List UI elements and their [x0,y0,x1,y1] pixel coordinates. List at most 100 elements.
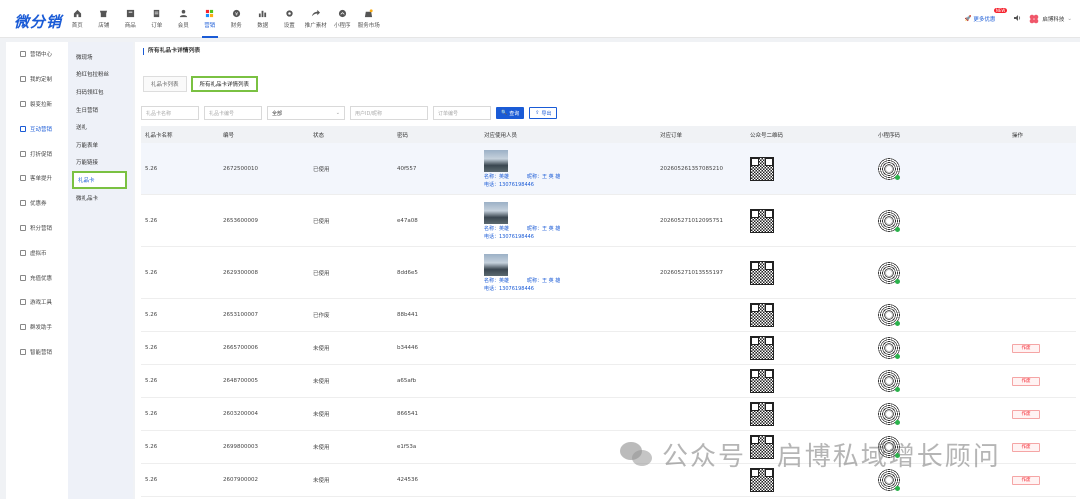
qr-code-icon[interactable] [750,156,774,181]
submenu-item[interactable]: 送礼 [68,118,133,136]
submenu-item[interactable]: 万能链接 [68,154,133,172]
void-button[interactable]: 作废 [1012,442,1040,452]
person-name[interactable]: 名称：英雄 [484,173,509,180]
menu-icon [20,150,26,157]
tab[interactable]: 礼品卡列表 [143,76,187,92]
cell-name: 5.26 [145,378,158,384]
person-nickname[interactable]: 昵称：王 英 雄 [527,173,560,180]
company-switcher[interactable]: 启博科技 ⌄ [1029,14,1072,24]
miniprogram-code-icon[interactable] [878,403,900,425]
sidebar-item[interactable]: 客单提升 [6,166,68,191]
qr-code-icon[interactable] [750,336,774,360]
nav-item-label: 推广素材 [304,23,327,29]
table-row: 5.26 2603200004 未使用 866541 作废 [141,398,1076,431]
more-offers-button[interactable]: 🚀 更多优惠 NEW [965,8,1008,23]
sidebar-item[interactable]: 优惠券 [6,191,68,216]
submenu-item[interactable]: 万能表单 [68,136,133,154]
cell-status: 未使用 [313,346,330,352]
table-row: 5.26 2653600009 已使用 e47a08 名称：英雄 昵称：王 英 雄电话：1… [141,195,1076,247]
nav-item-marketing[interactable]: 营销 [197,0,224,38]
sidebar-item-label: 充值优惠 [30,275,53,282]
nav-item-share[interactable]: 推广素材 [303,0,330,38]
menu-icon [20,274,26,281]
column-header: 状态 [313,132,325,139]
cell-miniprogram-code [874,157,1008,180]
export-button[interactable]: ⇪ 导出 [529,107,558,119]
miniprogram-code-icon[interactable] [878,304,900,326]
cell-miniprogram-code [874,337,1008,359]
menu-icon [20,51,26,58]
cell-name: 5.26 [145,477,158,483]
person-phone[interactable]: 电话：13076198446 [484,285,656,292]
nav-item-miniprogram[interactable]: 小程序 [329,0,356,38]
person-nickname[interactable]: 昵称：王 英 雄 [527,225,560,232]
cell-official-qr [746,156,874,181]
person-phone[interactable]: 电话：13076198446 [484,233,656,240]
void-button[interactable]: 作废 [1012,343,1040,353]
card-name-input[interactable]: 礼品卡名称 [141,106,199,120]
nav-item-home[interactable]: 首页 [64,0,91,38]
qr-code-icon[interactable] [750,208,774,233]
person-nickname[interactable]: 昵称：王 英 雄 [527,277,560,284]
sidebar-item[interactable]: 智能营销 [6,340,68,365]
nav-item-data[interactable]: 数据 [250,0,277,38]
miniprogram-code-icon[interactable] [878,157,900,180]
user-id-input[interactable]: 用户ID/昵称 [350,106,428,120]
watermark-text: 公众号 · 启博私域增长顾问 [662,442,1001,472]
sidebar-item[interactable]: 我的定制 [6,67,68,92]
status-select[interactable]: 全部 ⌄ [267,106,345,120]
person-name[interactable]: 名称：英雄 [484,277,509,284]
sidebar-item[interactable]: 充值优惠 [6,265,68,290]
void-button[interactable]: 作废 [1012,376,1040,386]
speaker-icon[interactable] [1013,14,1021,24]
submenu-item[interactable]: 微礼品卡 [68,189,133,207]
person-phone[interactable]: 电话：13076198446 [484,181,656,188]
cell-miniprogram-code [874,209,1008,232]
submenu-item[interactable]: 微现场 [68,48,133,66]
nav-item-order[interactable]: 订单 [144,0,171,38]
qr-code-icon[interactable] [750,303,774,327]
nav-item-finance[interactable]: ¥ 财务 [223,0,250,38]
sidebar-item[interactable]: 打折促销 [6,141,68,166]
nav-item-settings[interactable]: 设置 [276,0,303,38]
sidebar-item[interactable]: 裂变拉新 [6,92,68,117]
submenu-item[interactable]: 扫码领红包 [68,83,133,101]
void-button[interactable]: 作废 [1012,475,1040,485]
nav-item-goods[interactable]: 商品 [117,0,144,38]
order-no-input[interactable]: 订单编号 [433,106,491,120]
miniprogram-code-icon[interactable] [878,337,900,359]
nav-item-member[interactable]: 会员 [170,0,197,38]
person-name[interactable]: 名称：英雄 [484,225,509,232]
nav-item-market[interactable]: 服务市场 [356,0,383,38]
miniprogram-code-icon[interactable] [878,261,900,284]
qr-code-icon[interactable] [750,369,774,393]
submenu-item[interactable]: 礼品卡 [72,171,127,189]
sidebar-item[interactable]: 虚拟币 [6,240,68,265]
submenu-item[interactable]: 抢红包拉粉丝 [68,66,133,84]
column-header: 礼品卡名称 [145,132,173,139]
nav-item-shop[interactable]: 店铺 [91,0,118,38]
miniprogram-code-icon[interactable] [878,209,900,232]
cell-name: 5.26 [145,217,158,224]
search-button[interactable]: 🔍 查询 [496,107,525,119]
sidebar-item-label: 营销中心 [30,52,53,59]
sidebar-item[interactable]: 营销中心 [6,42,68,67]
card-code-input[interactable]: 礼品卡编号 [204,106,262,120]
sidebar-item[interactable]: 群发助手 [6,315,68,340]
cell-pwd: 866541 [397,411,418,417]
cell-pwd: b34446 [397,345,418,351]
void-button[interactable]: 作废 [1012,409,1040,419]
miniprogram-code-icon[interactable] [878,370,900,392]
sidebar-item[interactable]: 互动营销 [6,116,68,141]
column-header: 对应使用人员 [484,132,518,139]
qr-code-icon[interactable] [750,402,774,426]
sidebar-item[interactable]: 游戏工具 [6,290,68,315]
sidebar-item-label: 打折促销 [30,151,53,158]
sidebar-item[interactable]: 积分营销 [6,216,68,241]
tab[interactable]: 所有礼品卡详情列表 [190,76,259,92]
submenu-item[interactable]: 生日营销 [68,101,133,119]
cell-person: 名称：英雄 昵称：王 英 雄电话：13076198446 [480,149,656,188]
qr-code-icon[interactable] [750,260,774,285]
app-logo[interactable]: 微分销 [14,11,62,32]
cell-name: 5.26 [145,312,158,318]
